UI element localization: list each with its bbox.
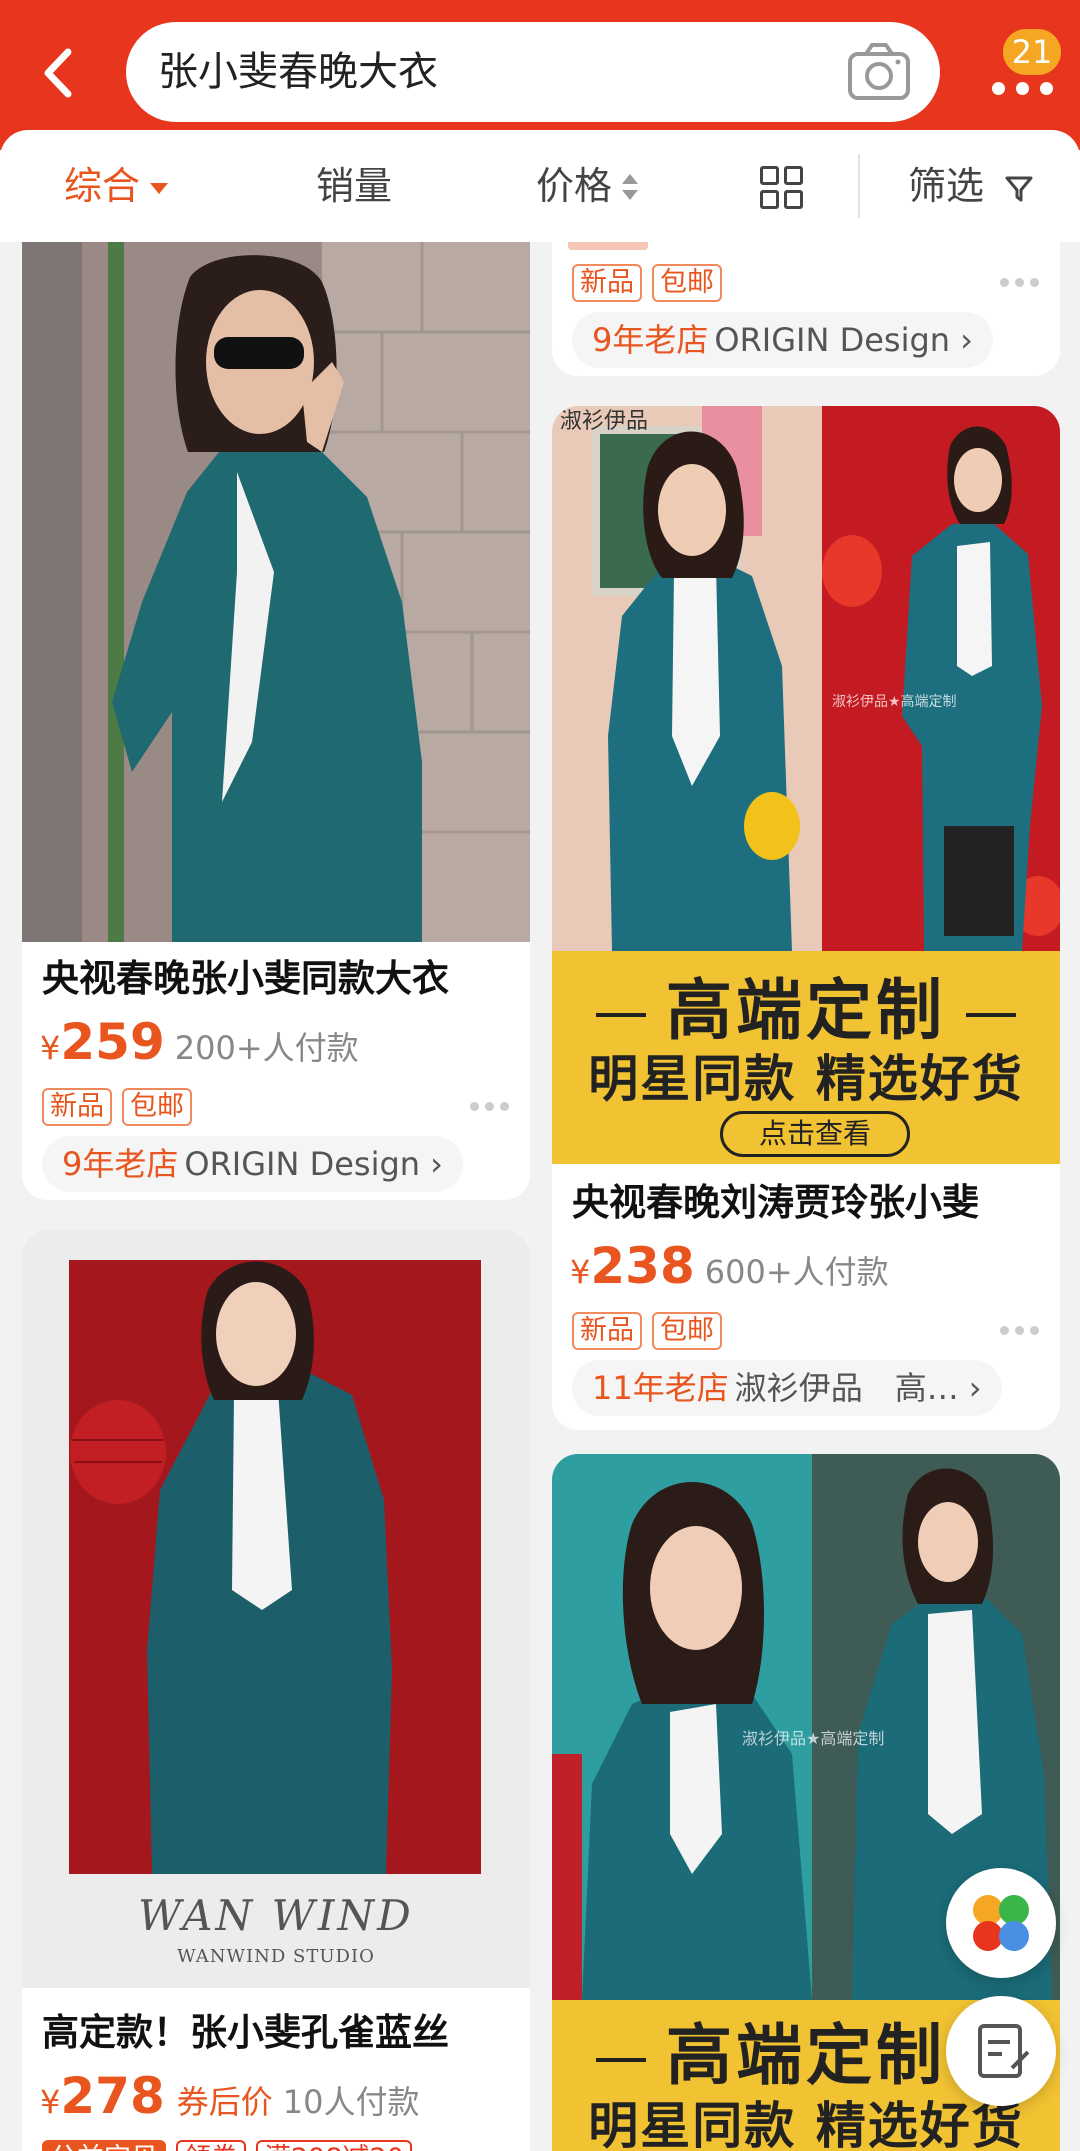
- more-options-icon[interactable]: [1000, 278, 1040, 288]
- price-row: ¥278 券后价 10人付款: [40, 2066, 419, 2138]
- tab-comprehensive-label: 综合: [64, 164, 141, 208]
- shop-name: ORIGIN Design: [184, 1145, 421, 1183]
- product-image: WAN WIND WANWIND STUDIO: [22, 1230, 530, 1988]
- tab-sales[interactable]: 销量: [316, 160, 392, 212]
- banner-subline: 明星同款 精选好货: [588, 1050, 1024, 1108]
- currency-symbol: ¥: [40, 1029, 61, 1067]
- image-brand-text: WAN WIND: [138, 1891, 414, 1940]
- tag-free-shipping: 包邮: [122, 1088, 192, 1126]
- tag-new: 新品: [572, 1312, 642, 1350]
- search-input[interactable]: 张小斐春晚大衣: [126, 22, 940, 122]
- product-price: 278: [60, 2067, 165, 2125]
- tag-row: 新品 包邮: [42, 1088, 202, 1126]
- tag-new: 新品: [572, 264, 642, 302]
- banner-headline-text: 高端定制: [666, 972, 946, 1049]
- shop-link[interactable]: 9年老店 ORIGIN Design ›: [572, 312, 993, 368]
- currency-symbol: ¥: [570, 1253, 591, 1291]
- tag-free-shipping: 包邮: [652, 1312, 722, 1350]
- product-title: 高定款！张小斐孔雀蓝丝: [42, 2011, 449, 2054]
- tag-coupon[interactable]: 领券: [176, 2140, 246, 2151]
- search-query: 张小斐春晚大衣: [158, 49, 438, 95]
- filter-button-label: 筛选: [908, 164, 985, 208]
- top-bar: 张小斐春晚大衣 21: [0, 0, 1080, 150]
- product-title: 央视春晚刘涛贾玲张小斐: [572, 1181, 979, 1224]
- shop-link[interactable]: 11年老店 淑衫伊品 高… ›: [572, 1360, 1002, 1416]
- product-price: 238: [590, 1237, 695, 1295]
- product-card[interactable]: 央视春晚张小斐同款大衣 ¥259 200+人付款 新品 包邮 9年老店 ORIGIN …: [22, 242, 530, 1200]
- product-image: [22, 242, 530, 942]
- more-menu-button[interactable]: 21: [978, 20, 1068, 130]
- shop-age: 11年老店: [592, 1369, 729, 1407]
- shop-link[interactable]: 9年老店 ORIGIN Design ›: [42, 1136, 463, 1192]
- tag-row: 公益宝贝领券满298减20: [42, 2140, 422, 2151]
- shop-age: 9年老店: [592, 321, 709, 359]
- chevron-right-icon: ›: [430, 1145, 443, 1183]
- product-title: 央视春晚张小斐同款大衣: [42, 957, 449, 1000]
- mini-apps-button[interactable]: [946, 1868, 1056, 1978]
- tag-new: 新品: [42, 1088, 112, 1126]
- price-row: ¥259 200+人付款: [40, 1012, 359, 1084]
- product-image: 淑衫伊品 淑衫伊品★高端定制: [552, 406, 1060, 951]
- sales-count: 600+人付款: [704, 1253, 889, 1291]
- tab-sales-label: 销量: [316, 164, 393, 208]
- coupon-price-label: 券后价: [176, 2083, 273, 2121]
- more-options-icon[interactable]: [1000, 1326, 1040, 1336]
- banner-headline-text: 高端定制: [666, 2017, 946, 2094]
- product-card[interactable]: 淑衫伊品 淑衫伊品★高端定制 高端定制 明星同款 精选好货 点击查看 央视春晚刘…: [552, 406, 1060, 1430]
- product-price: 259: [60, 1013, 165, 1071]
- price-row: ¥238 600+人付款: [570, 1236, 889, 1308]
- tag-row: 新品 包邮: [572, 264, 732, 302]
- tab-comprehensive[interactable]: 综合: [64, 160, 169, 212]
- tab-price[interactable]: 价格: [536, 160, 639, 212]
- currency-symbol: ¥: [40, 2083, 61, 2121]
- tag-discount: 满298减20: [256, 2140, 412, 2151]
- product-card[interactable]: WAN WIND WANWIND STUDIO 高定款！张小斐孔雀蓝丝 ¥278…: [22, 1230, 530, 2151]
- filter-divider: [858, 154, 860, 218]
- edit-note-icon: [978, 2024, 1030, 2078]
- chevron-right-icon: ›: [968, 1369, 982, 1407]
- more-options-icon[interactable]: [470, 1102, 510, 1112]
- promo-banner: 高端定制 明星同款 精选好货 点击查看: [552, 951, 1060, 1164]
- tab-price-label: 价格: [536, 164, 613, 208]
- more-dots-icon: [992, 82, 1054, 96]
- price-fragment: [568, 242, 648, 250]
- chevron-right-icon: ›: [960, 321, 973, 359]
- shop-name: ORIGIN Design: [714, 321, 951, 359]
- feedback-button[interactable]: [946, 1996, 1056, 2106]
- grid-view-toggle-icon[interactable]: [760, 166, 804, 210]
- funnel-icon: [1005, 176, 1033, 201]
- tag-charity: 公益宝贝: [42, 2140, 166, 2151]
- image-shop-logo: 淑衫伊品: [560, 409, 648, 434]
- message-count-badge: 21: [1000, 26, 1064, 78]
- shop-name: 淑衫伊品 高…: [734, 1369, 959, 1407]
- back-arrow-icon: [44, 48, 72, 98]
- product-card[interactable]: 新品 包邮 9年老店 ORIGIN Design ›: [552, 242, 1060, 376]
- sort-arrows-icon: [622, 173, 639, 204]
- camera-icon[interactable]: [846, 40, 912, 104]
- back-button[interactable]: [30, 38, 90, 108]
- banner-view-button[interactable]: 点击查看: [720, 1111, 910, 1157]
- shop-age: 9年老店: [62, 1145, 179, 1183]
- sales-count: 10人付款: [282, 2083, 420, 2121]
- sort-filter-bar: 综合 销量 价格 筛选: [0, 130, 1080, 242]
- image-studio-text: WANWIND STUDIO: [177, 1946, 375, 1967]
- filter-button[interactable]: 筛选: [908, 160, 1034, 212]
- tag-free-shipping: 包邮: [652, 264, 722, 302]
- image-watermark: 淑衫伊品★高端定制: [742, 1729, 884, 1748]
- sales-count: 200+人付款: [174, 1029, 359, 1067]
- image-watermark: 淑衫伊品★高端定制: [832, 693, 957, 710]
- caret-down-icon: [150, 183, 169, 194]
- tag-row: 新品 包邮: [572, 1312, 732, 1350]
- clover-icon: [973, 1895, 1029, 1951]
